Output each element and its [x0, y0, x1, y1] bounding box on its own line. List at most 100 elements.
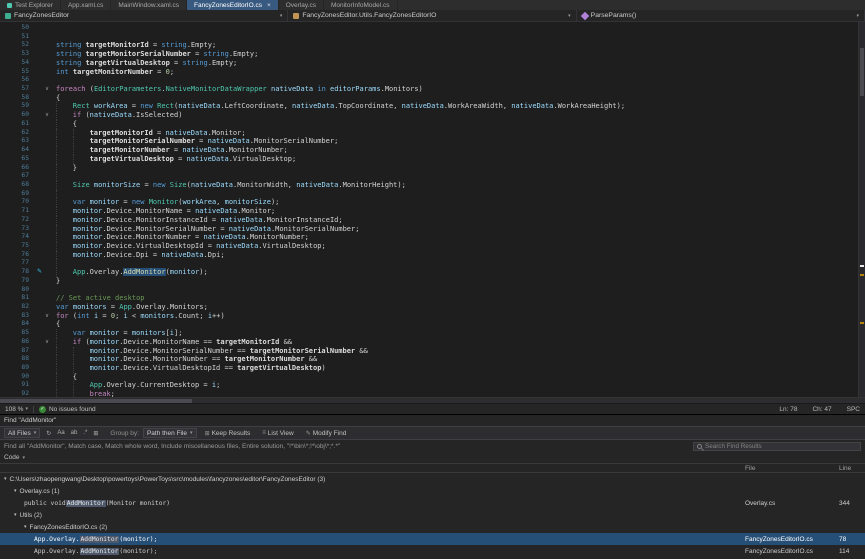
- code-line[interactable]: 77: [0, 259, 858, 268]
- modify-find-button[interactable]: ✎ Modify Find: [302, 430, 351, 437]
- search-input[interactable]: [705, 443, 857, 450]
- code-line[interactable]: 86∨if (monitor.Device.MonitorName == tar…: [0, 338, 858, 347]
- code-line[interactable]: 60∨if (nativeData.IsSelected): [0, 111, 858, 120]
- find-result-row[interactable]: public void AddMonitor(Monitor monitor)O…: [0, 497, 865, 509]
- line-column-header[interactable]: Line: [837, 465, 865, 472]
- code-line[interactable]: 58{: [0, 94, 858, 103]
- code-editor[interactable]: 505152string targetMonitorId = string.Em…: [0, 22, 865, 397]
- scope-dropdown[interactable]: All Files ▾: [4, 428, 40, 438]
- code-line[interactable]: 79}: [0, 277, 858, 286]
- code-line[interactable]: 51: [0, 33, 858, 42]
- document-health-indicator[interactable]: ✓ No issues found: [39, 406, 96, 413]
- scrollbar-thumb[interactable]: [860, 48, 864, 96]
- code-line[interactable]: 56: [0, 76, 858, 85]
- project-dropdown[interactable]: FancyZonesEditor ▾: [0, 10, 288, 21]
- code-line[interactable]: 92break;: [0, 390, 858, 397]
- find-result-row[interactable]: App.Overlay.AddMonitor(monitor);FancyZon…: [0, 545, 865, 557]
- chevron-down-icon[interactable]: ▾: [14, 512, 17, 518]
- code-line[interactable]: 72monitor.Device.MonitorInstanceId = nat…: [0, 216, 858, 225]
- group-by-dropdown[interactable]: Path then File ▾: [143, 428, 197, 438]
- search-find-results-box[interactable]: [693, 442, 861, 451]
- code-line[interactable]: 91App.Overlay.CurrentDesktop = i;: [0, 381, 858, 390]
- tab-fancyzoneseditorio-cs[interactable]: FancyZonesEditorIO.cs×: [187, 0, 279, 10]
- code-token: ;: [284, 146, 288, 154]
- code-line[interactable]: 73monitor.Device.MonitorSerialNumber = n…: [0, 225, 858, 234]
- code-line[interactable]: 70var monitor = new Monitor(workArea, mo…: [0, 198, 858, 207]
- member-dropdown[interactable]: ParseParams() ▾: [577, 10, 865, 21]
- find-result-row[interactable]: App.Overlay.AddMonitor(monitor);FancyZon…: [0, 533, 865, 545]
- code-line[interactable]: 52string targetMonitorId = string.Empty;: [0, 41, 858, 50]
- code-line[interactable]: 80: [0, 286, 858, 295]
- code-line[interactable]: 81// Set active desktop: [0, 294, 858, 303]
- code-line[interactable]: 74monitor.Device.MonitorNumber = nativeD…: [0, 233, 858, 242]
- scrollbar-thumb[interactable]: [0, 399, 192, 403]
- code-line[interactable]: 64targetMonitorNumber = nativeData.Monit…: [0, 146, 858, 155]
- code-line[interactable]: 62targetMonitorId = nativeData.Monitor;: [0, 129, 858, 138]
- code-line[interactable]: 75monitor.Device.VirtualDesktopId = nati…: [0, 242, 858, 251]
- code-line[interactable]: 54string targetVirtualDesktop = string.E…: [0, 59, 858, 68]
- code-text: break;: [56, 390, 858, 397]
- match-whole-word-icon[interactable]: ab: [69, 430, 80, 436]
- code-line[interactable]: 53string targetMonitorSerialNumber = str…: [0, 50, 858, 59]
- find-result-group[interactable]: ▾C:\Users\zhaopengwang\Desktop\powertoys…: [0, 473, 865, 485]
- code-line[interactable]: 82var monitors = App.Overlay.Monitors;: [0, 303, 858, 312]
- close-icon[interactable]: ×: [267, 2, 271, 9]
- code-line[interactable]: 83∨for (int i = 0; i < monitors.Count; i…: [0, 312, 858, 321]
- code-line[interactable]: 71monitor.Device.MonitorName = nativeDat…: [0, 207, 858, 216]
- code-line[interactable]: 65targetVirtualDesktop = nativeData.Virt…: [0, 155, 858, 164]
- line-number: 88: [0, 355, 34, 364]
- code-line[interactable]: 90{: [0, 373, 858, 382]
- find-toolbar-icons: ↻Aaab.*⊞: [44, 430, 100, 437]
- horizontal-scrollbar[interactable]: [0, 397, 865, 403]
- repeat-search-icon[interactable]: ↻: [44, 430, 53, 437]
- tab-test-explorer[interactable]: Test Explorer: [0, 0, 61, 10]
- chevron-down-icon[interactable]: ▾: [24, 524, 27, 530]
- list-view-button[interactable]: ≡ List View: [258, 430, 297, 437]
- open-files-filter-icon[interactable]: ⊞: [91, 430, 100, 437]
- code-line[interactable]: 78✎App.Overlay.AddMonitor(monitor);: [0, 268, 858, 277]
- vertical-scrollbar[interactable]: [858, 22, 865, 397]
- tab-overlay-cs[interactable]: Overlay.cs: [279, 0, 324, 10]
- find-result-group[interactable]: ▾Utils (2): [0, 509, 865, 521]
- code-token: &&: [355, 347, 368, 355]
- code-line[interactable]: 50: [0, 24, 858, 33]
- fold-chevron-icon[interactable]: ∨: [45, 111, 56, 120]
- tab-app-xaml-cs[interactable]: App.xaml.cs: [61, 0, 111, 10]
- tab-mainwindow-xaml-cs[interactable]: MainWindow.xaml.cs: [111, 0, 187, 10]
- code-line[interactable]: 88monitor.Device.MonitorNumber == target…: [0, 355, 858, 364]
- find-result-group[interactable]: ▾FancyZonesEditorIO.cs (2): [0, 521, 865, 533]
- file-column-header[interactable]: File: [745, 465, 837, 472]
- code-line[interactable]: 85var monitor = monitors[i];: [0, 329, 858, 338]
- code-line[interactable]: 61{: [0, 120, 858, 129]
- code-line[interactable]: 68Size monitorSize = new Size(nativeData…: [0, 181, 858, 190]
- code-line[interactable]: 66}: [0, 164, 858, 173]
- find-result-group[interactable]: ▾Overlay.cs (1): [0, 485, 865, 497]
- code-token: ;: [199, 312, 207, 320]
- chevron-down-icon[interactable]: ▾: [4, 476, 7, 482]
- zoom-control[interactable]: 108 % ▾: [5, 406, 28, 413]
- code-line[interactable]: 84{: [0, 320, 858, 329]
- regex-icon[interactable]: .*: [81, 430, 89, 436]
- result-match: AddMonitor: [80, 548, 120, 555]
- chevron-down-icon[interactable]: ▾: [14, 488, 17, 494]
- code-token: break: [90, 390, 111, 397]
- code-line[interactable]: 55int targetMonitorNumber = 0;: [0, 68, 858, 77]
- type-dropdown[interactable]: FancyZonesEditor.Utils.FancyZonesEditorI…: [288, 10, 576, 21]
- code-line[interactable]: 59Rect workArea = new Rect(nativeData.Le…: [0, 102, 858, 111]
- fold-chevron-icon[interactable]: ∨: [45, 338, 56, 347]
- code-filter-dropdown[interactable]: Code ▾: [4, 454, 25, 461]
- fold-chevron-icon[interactable]: ∨: [45, 312, 56, 321]
- code-line[interactable]: 57∨foreach (EditorParameters.NativeMonit…: [0, 85, 858, 94]
- code-line[interactable]: 87monitor.Device.MonitorSerialNumber == …: [0, 347, 858, 356]
- match-case-icon[interactable]: Aa: [55, 430, 66, 436]
- method-icon: [580, 11, 588, 19]
- code-line[interactable]: 89monitor.Device.VirtualDesktopId == tar…: [0, 364, 858, 373]
- code-token: }: [73, 164, 77, 172]
- fold-chevron-icon[interactable]: ∨: [45, 85, 56, 94]
- code-line[interactable]: 76monitor.Device.Dpi = nativeData.Dpi;: [0, 251, 858, 260]
- code-line[interactable]: 69: [0, 190, 858, 199]
- code-line[interactable]: 67: [0, 172, 858, 181]
- keep-results-button[interactable]: ⊞ Keep Results: [201, 430, 255, 437]
- tab-monitorinfomodel-cs[interactable]: MonitorInfoModel.cs: [324, 0, 398, 10]
- code-line[interactable]: 63targetMonitorSerialNumber = nativeData…: [0, 137, 858, 146]
